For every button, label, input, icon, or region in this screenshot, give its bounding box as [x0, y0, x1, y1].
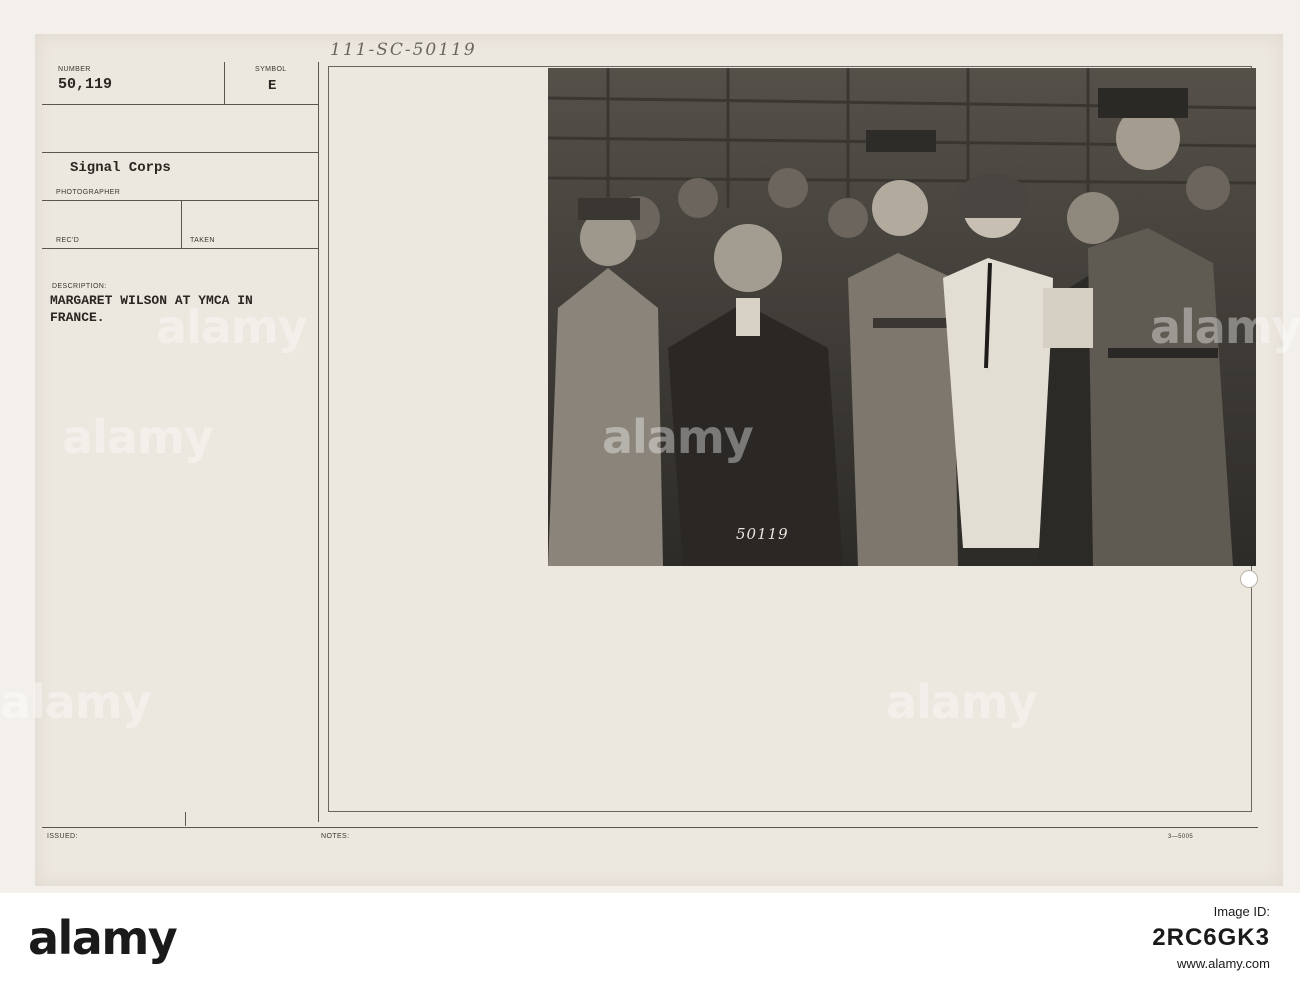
- watermark: alamy: [1150, 300, 1300, 354]
- site-url: www.alamy.com: [1177, 955, 1270, 971]
- image-id-label: Image ID:: [1213, 904, 1270, 919]
- number-value: 50,119: [58, 76, 113, 93]
- notes-label: NOTES:: [321, 833, 350, 840]
- image-id-block: Image ID: 2RC6GK3 www.alamy.com: [1152, 903, 1270, 973]
- watermark: alamy: [0, 675, 152, 729]
- watermark: alamy: [156, 300, 308, 354]
- photographer-label: PHOTOGRAPHER: [56, 189, 121, 196]
- watermark: alamy: [886, 675, 1038, 729]
- symbol-label: SYMBOL: [255, 66, 287, 73]
- rule-photographer-bottom: [42, 200, 318, 201]
- description-line-2: FRANCE.: [50, 310, 105, 325]
- form-code: 3—5005: [1168, 834, 1194, 840]
- photographer-value: Signal Corps: [70, 160, 171, 176]
- image-id-value: 2RC6GK3: [1152, 924, 1270, 952]
- watermark: alamy: [62, 410, 214, 464]
- brand-logo: alamy: [28, 911, 178, 965]
- issued-label: ISSUED:: [47, 833, 78, 840]
- handwritten-reference: 111-SC-50119: [330, 40, 477, 60]
- symbol-value: E: [268, 78, 277, 94]
- description-label: DESCRIPTION:: [52, 283, 107, 290]
- rule-footer: [42, 827, 1258, 828]
- rule-issued-tick: [185, 812, 186, 826]
- rule-number-divider: [224, 62, 225, 104]
- number-label: NUMBER: [58, 66, 91, 73]
- rule-photographer-top: [42, 152, 318, 153]
- recd-label: REC'D: [56, 237, 80, 244]
- punch-hole: [1240, 570, 1258, 588]
- rule-recd-bottom: [42, 248, 318, 249]
- photo-negative-number: 50119: [736, 525, 789, 543]
- taken-label: TAKEN: [190, 237, 215, 244]
- rule-recd-divider: [181, 201, 182, 249]
- watermark: alamy: [602, 410, 754, 464]
- rule-column-divider: [318, 62, 319, 822]
- rule-number-bottom: [42, 104, 318, 105]
- stock-footer: [0, 893, 1300, 981]
